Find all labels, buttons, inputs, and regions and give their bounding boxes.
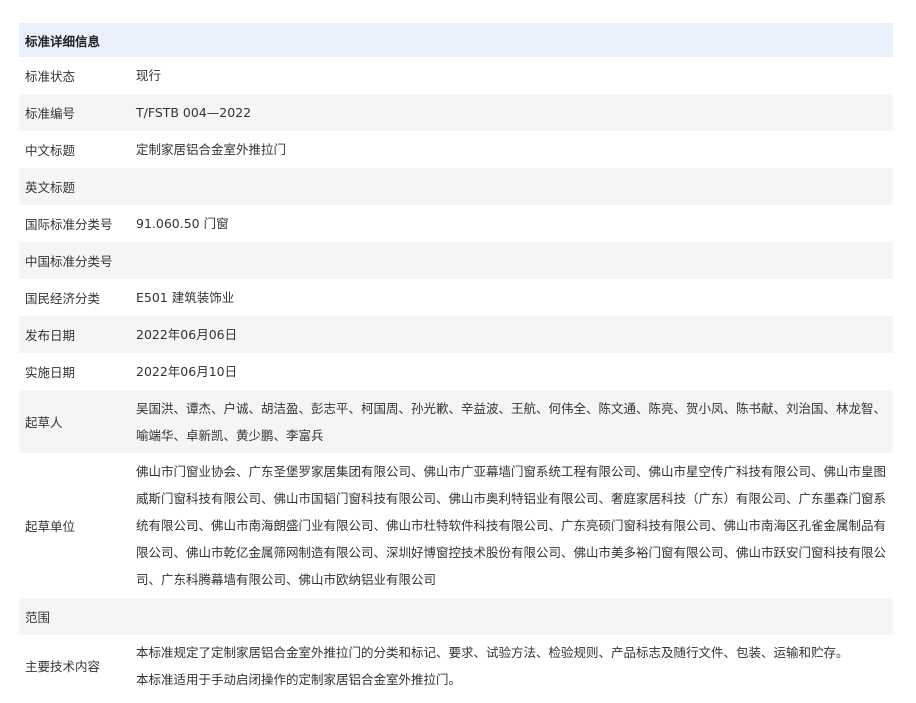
row-drafting-units: 起草单位 佛山市门窗业协会、广东圣堡罗家居集团有限公司、佛山市广亚幕墙门窗系统工… (19, 453, 893, 598)
table-header: 标准详细信息 (19, 23, 893, 57)
row-english-title: 英文标题 (19, 168, 893, 205)
row-chinese-title: 中文标题 定制家居铝合金室外推拉门 (19, 131, 893, 168)
header-title: 标准详细信息 (25, 33, 101, 49)
technical-content-line-1: 本标准规定了定制家居铝合金室外推拉门的分类和标记、要求、试验方法、检验规则、产品… (136, 644, 849, 660)
row-publish-date: 发布日期 2022年06月06日 (19, 316, 893, 353)
standard-detail-table: 标准详细信息 标准状态 现行 标准编号 T/FSTB 004—2022 中文标题… (19, 23, 893, 696)
row-value: 现行 (136, 68, 162, 83)
row-label: 起草人 (25, 415, 63, 430)
row-value: 吴国洪、谭杰、户诚、胡洁盈、彭志平、柯国周、孙光歉、辛益波、王航、何伟全、陈文通… (136, 400, 887, 443)
technical-content-line-2: 本标准适用于手动启闭操作的定制家居铝合金室外推拉门。 (136, 671, 462, 687)
row-implement-date: 实施日期 2022年06月10日 (19, 353, 893, 390)
row-label: 范围 (25, 610, 51, 625)
row-label: 中国标准分类号 (25, 254, 113, 269)
row-value: 91.060.50 门窗 (136, 216, 229, 231)
row-label: 英文标题 (25, 180, 76, 195)
row-label: 起草单位 (25, 519, 76, 534)
row-number: 标准编号 T/FSTB 004—2022 (19, 94, 893, 131)
row-value: 佛山市门窗业协会、广东圣堡罗家居集团有限公司、佛山市广亚幕墙门窗系统工程有限公司… (136, 464, 887, 587)
row-label: 标准编号 (25, 106, 76, 121)
row-ccs: 中国标准分类号 (19, 242, 893, 279)
row-label: 发布日期 (25, 328, 76, 343)
row-label: 中文标题 (25, 143, 76, 158)
row-economy-class: 国民经济分类 E501 建筑装饰业 (19, 279, 893, 316)
row-value: 定制家居铝合金室外推拉门 (136, 142, 287, 157)
row-technical-content: 主要技术内容 本标准规定了定制家居铝合金室外推拉门的分类和标记、要求、试验方法、… (19, 635, 893, 696)
row-label: 国际标准分类号 (25, 217, 113, 232)
row-value: E501 建筑装饰业 (136, 290, 235, 305)
row-label: 实施日期 (25, 365, 76, 380)
row-drafters: 起草人 吴国洪、谭杰、户诚、胡洁盈、彭志平、柯国周、孙光歉、辛益波、王航、何伟全… (19, 390, 893, 453)
row-value: 本标准规定了定制家居铝合金室外推拉门的分类和标记、要求、试验方法、检验规则、产品… (136, 637, 893, 695)
row-label: 国民经济分类 (25, 291, 101, 306)
row-label: 主要技术内容 (25, 659, 101, 674)
row-status: 标准状态 现行 (19, 57, 893, 94)
row-value: 2022年06月06日 (136, 327, 238, 342)
row-value: 2022年06月10日 (136, 364, 238, 379)
row-ics: 国际标准分类号 91.060.50 门窗 (19, 205, 893, 242)
row-scope: 范围 (19, 598, 893, 635)
row-value: T/FSTB 004—2022 (136, 105, 252, 120)
row-label: 标准状态 (25, 69, 76, 84)
